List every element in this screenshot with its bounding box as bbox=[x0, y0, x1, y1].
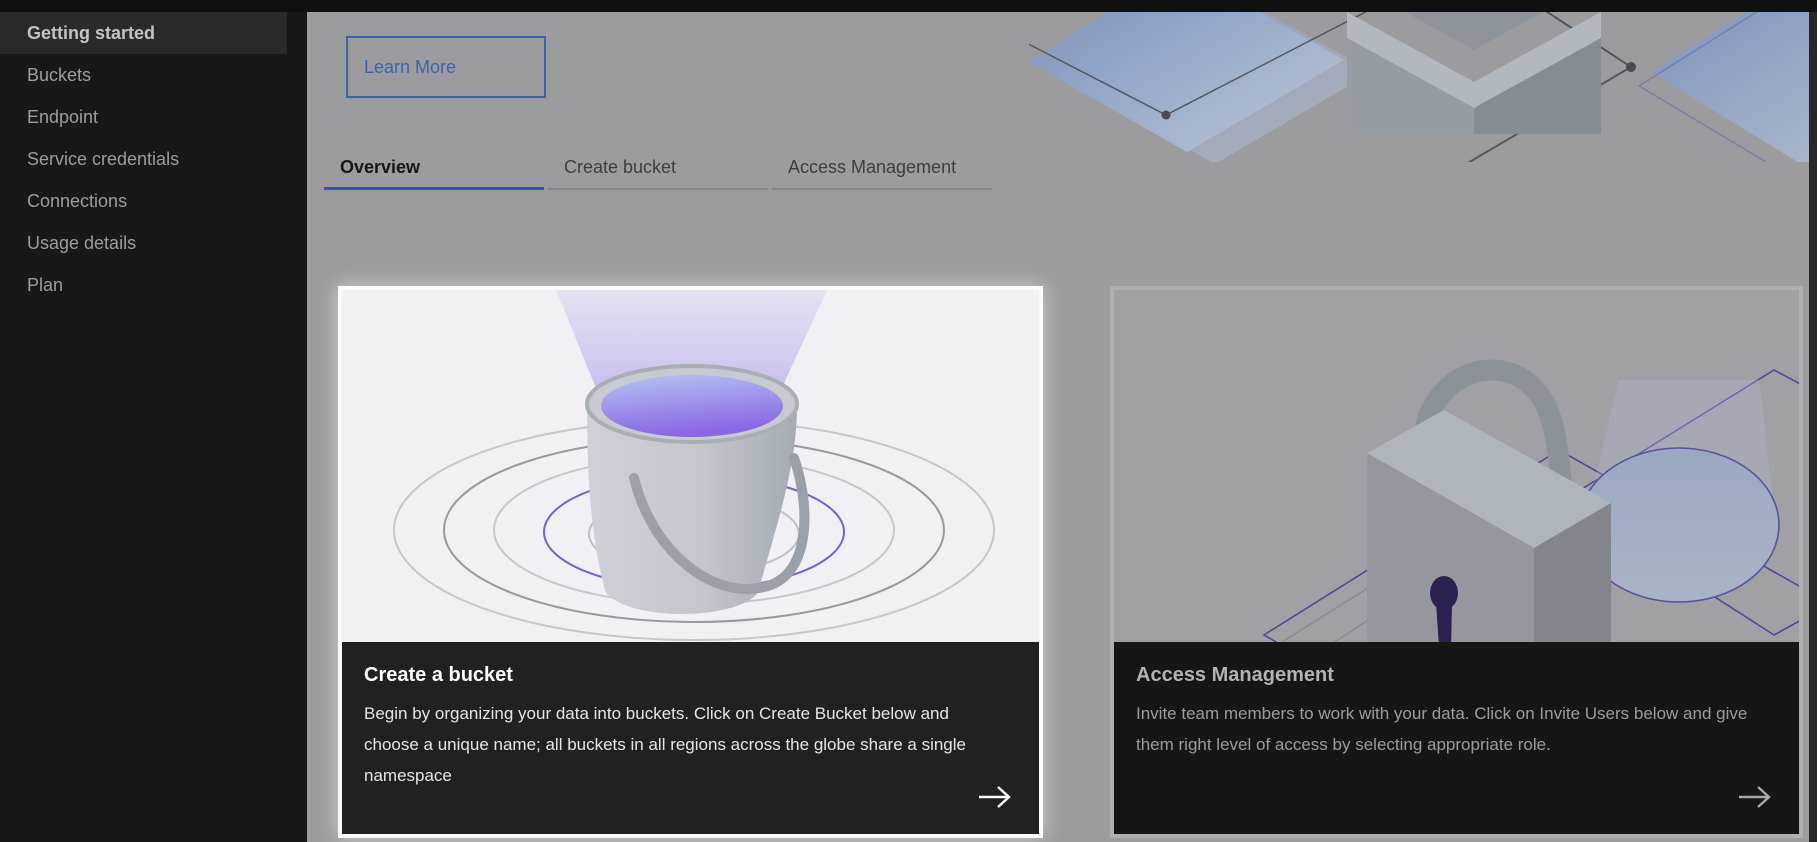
sidebar-item-endpoint[interactable]: Endpoint bbox=[0, 96, 307, 138]
sidebar-item-usage-details[interactable]: Usage details bbox=[0, 222, 307, 264]
sidebar-nav: Getting started Buckets Endpoint Service… bbox=[0, 12, 307, 842]
access-management-card-footer: Access Management Invite team members to… bbox=[1114, 642, 1799, 834]
top-bar bbox=[0, 0, 1817, 12]
create-bucket-card-description: Begin by organizing your data into bucke… bbox=[364, 698, 969, 791]
learn-more-button[interactable]: Learn More bbox=[346, 36, 546, 98]
bucket-illustration bbox=[342, 290, 1039, 642]
sidebar-item-service-credentials[interactable]: Service credentials bbox=[0, 138, 307, 180]
main-content: Learn More Overview Create bucket Access… bbox=[307, 12, 1809, 842]
tab-overview[interactable]: Overview bbox=[324, 140, 544, 190]
arrow-right-icon[interactable] bbox=[1737, 784, 1773, 810]
create-bucket-card-footer: Create a bucket Begin by organizing your… bbox=[342, 642, 1039, 834]
sidebar-item-getting-started[interactable]: Getting started bbox=[0, 12, 287, 54]
access-management-card-title: Access Management bbox=[1136, 664, 1777, 687]
sidebar-item-plan[interactable]: Plan bbox=[0, 264, 307, 306]
create-bucket-card[interactable]: Create a bucket Begin by organizing your… bbox=[338, 286, 1043, 838]
sidebar-item-buckets[interactable]: Buckets bbox=[0, 54, 307, 96]
tab-access-management[interactable]: Access Management bbox=[772, 140, 992, 190]
tab-bar: Overview Create bucket Access Management bbox=[324, 140, 992, 190]
right-edge-strip bbox=[1809, 0, 1817, 842]
create-bucket-card-title: Create a bucket bbox=[364, 664, 1017, 687]
cubes-illustration bbox=[1029, 12, 1809, 162]
access-management-card-description: Invite team members to work with your da… bbox=[1136, 698, 1786, 760]
tab-create-bucket[interactable]: Create bucket bbox=[548, 140, 768, 190]
access-management-card[interactable]: Access Management Invite team members to… bbox=[1110, 286, 1803, 838]
arrow-right-icon[interactable] bbox=[977, 784, 1013, 810]
sidebar-item-connections[interactable]: Connections bbox=[0, 180, 307, 222]
lock-illustration bbox=[1114, 290, 1799, 642]
